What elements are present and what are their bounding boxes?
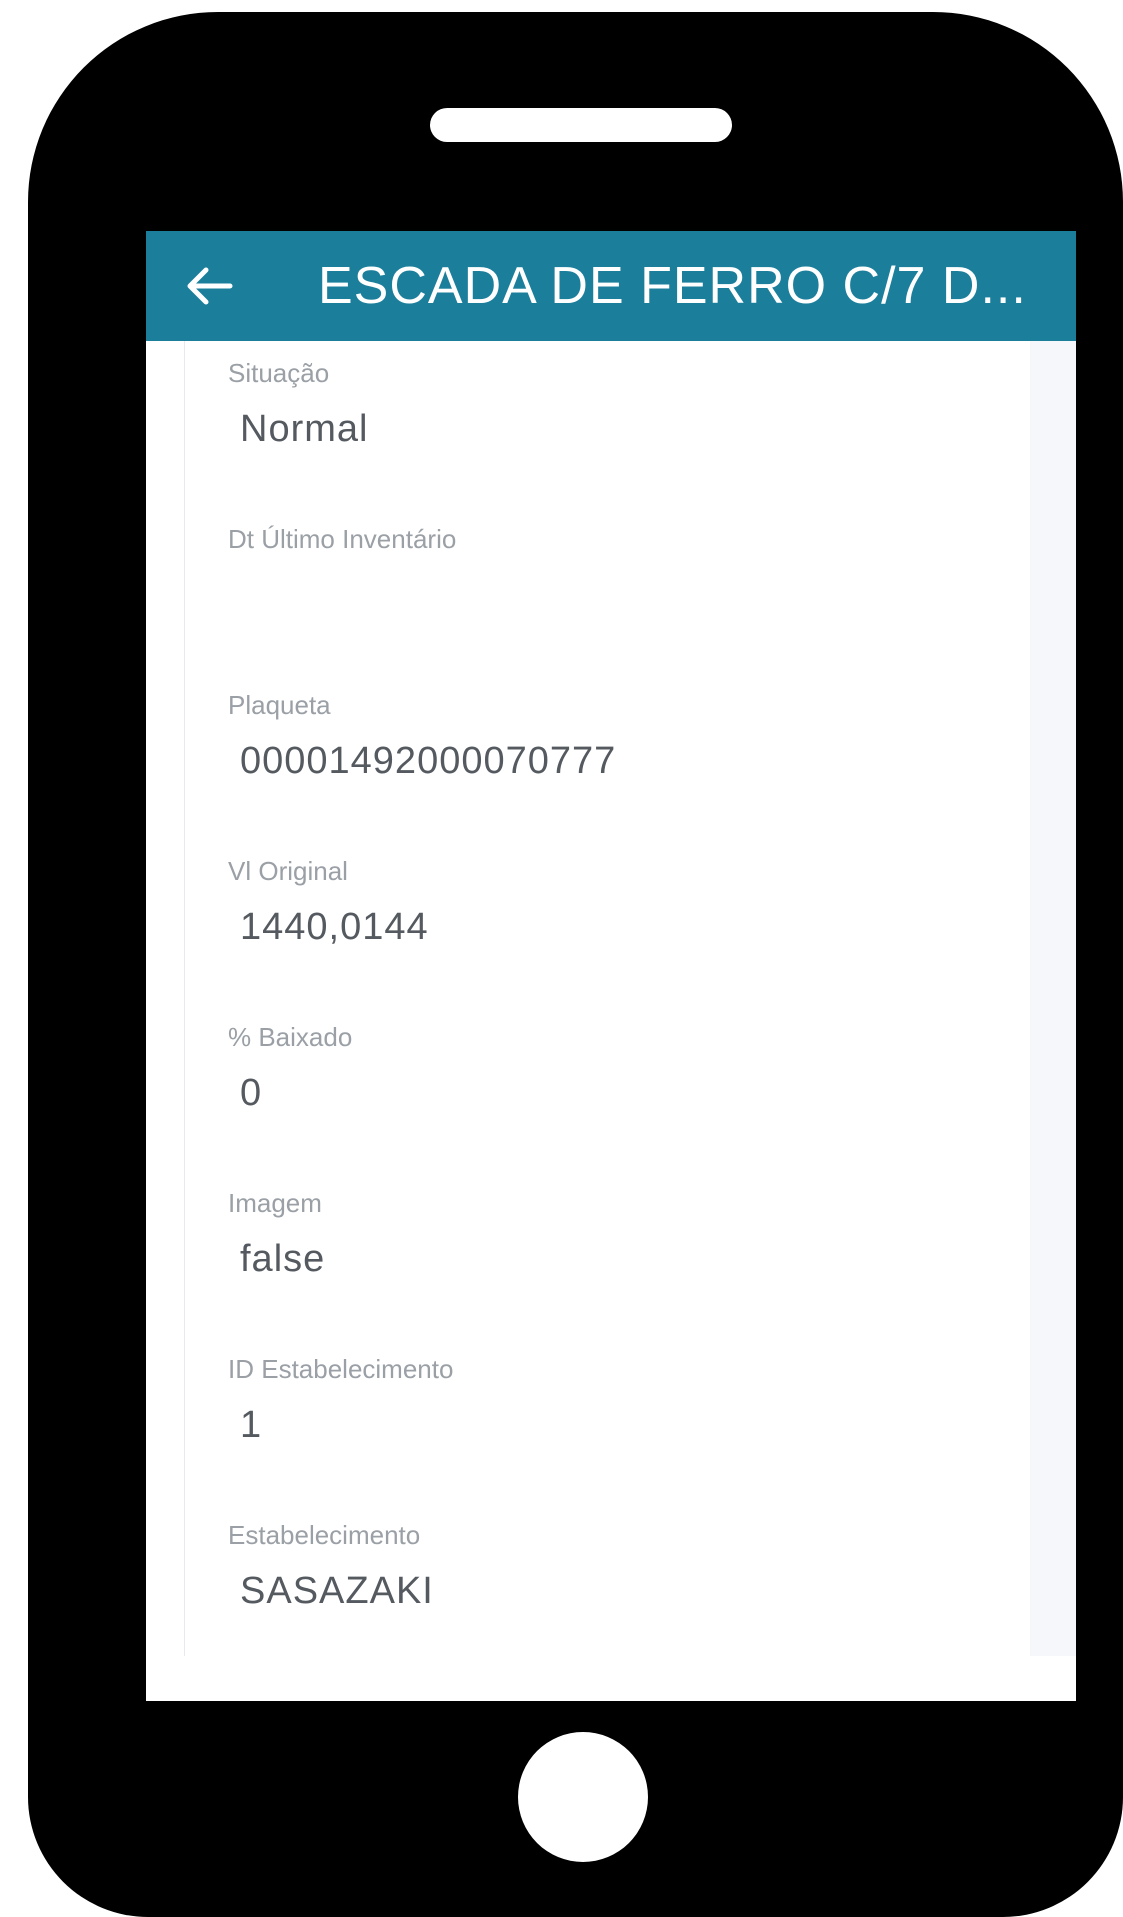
field-label-id-estabelecimento: ID Estabelecimento: [228, 1354, 454, 1384]
detail-list[interactable]: Situação Normal Dt Último Inventário Pla…: [184, 341, 1031, 1656]
field-label-dt-ultimo-inventario: Dt Último Inventário: [228, 524, 457, 554]
field-value-plaqueta: 00001492000070777: [240, 740, 617, 782]
field-value-percent-baixado: 0: [240, 1072, 263, 1114]
home-button[interactable]: [518, 1732, 648, 1862]
phone-screen: ESCADA DE FERRO C/7 D... Situação Normal…: [146, 231, 1076, 1701]
field-label-imagem: Imagem: [228, 1188, 322, 1218]
phone-speaker: [430, 108, 732, 142]
field-label-estabelecimento: Estabelecimento: [228, 1520, 421, 1550]
field-label-plaqueta: Plaqueta: [228, 690, 331, 720]
right-gutter: [1030, 341, 1076, 1656]
field-label-situacao: Situação: [228, 358, 330, 388]
phone-frame: ESCADA DE FERRO C/7 D... Situação Normal…: [28, 12, 1123, 1917]
field-value-situacao: Normal: [240, 408, 369, 450]
field-value-vl-original: 1440,0144: [240, 906, 429, 948]
app-bar: ESCADA DE FERRO C/7 D...: [146, 231, 1076, 341]
field-value-estabelecimento: SASAZAKI: [240, 1570, 434, 1612]
field-label-percent-baixado: % Baixado: [228, 1022, 353, 1052]
field-label-vl-original: Vl Original: [228, 856, 348, 886]
field-value-imagem: false: [240, 1238, 326, 1280]
page-title: ESCADA DE FERRO C/7 D...: [318, 257, 1027, 315]
field-value-id-estabelecimento: 1: [240, 1404, 263, 1446]
arrow-left-icon[interactable]: [184, 266, 234, 306]
